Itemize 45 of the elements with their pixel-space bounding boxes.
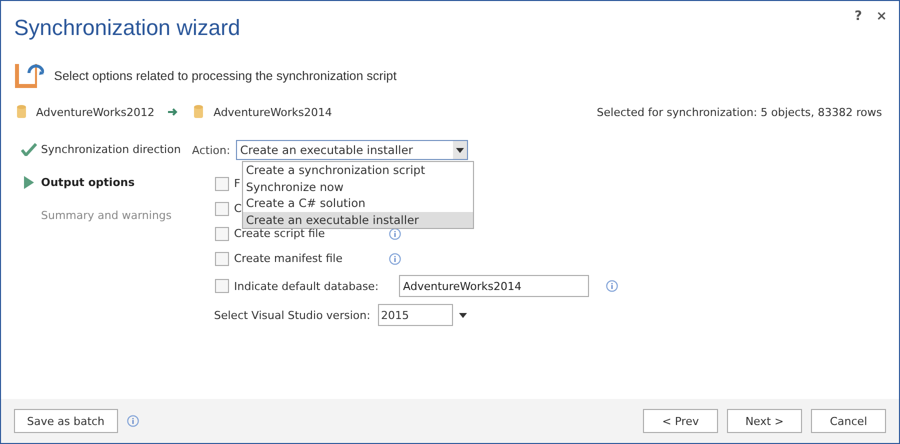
document-sync-icon — [14, 61, 44, 91]
checkbox-label: Indicate default database: — [234, 280, 380, 292]
subtitle: Select options related to processing the synchronization script — [54, 69, 397, 83]
checkbox-label: Create script file — [234, 227, 325, 240]
database-icon — [194, 105, 204, 119]
help-button[interactable]: ? — [850, 9, 866, 24]
checkbox-label: C — [234, 202, 242, 215]
version-field[interactable]: 2015 — [378, 304, 453, 326]
target-database: AdventureWorks2014 — [213, 106, 332, 118]
info-icon — [389, 252, 401, 264]
database-icon — [17, 105, 26, 119]
wizard-step[interactable]: Synchronization direction — [41, 143, 181, 156]
info-icon — [606, 280, 618, 292]
checkbox[interactable] — [215, 252, 229, 266]
dropdown-option[interactable]: Create a C# solution — [243, 195, 473, 212]
wizard-step[interactable]: Output options — [41, 176, 135, 189]
caret-icon[interactable] — [459, 312, 467, 318]
window-title: Synchronization wizard — [14, 15, 240, 42]
dropdown-option[interactable]: Synchronize now — [243, 178, 473, 195]
database-field[interactable]: AdventureWorks2014 — [399, 275, 589, 297]
checkbox[interactable] — [215, 176, 229, 190]
info-icon — [389, 228, 401, 240]
selection-summary: Selected for synchronization: 5 objects, 83382 rows — [596, 106, 882, 118]
checkbox-label: F — [234, 177, 240, 190]
arrow-icon — [168, 108, 178, 116]
next-button[interactable]: Next > — [727, 409, 802, 433]
caret-icon — [456, 148, 464, 152]
checkbox[interactable] — [215, 226, 229, 240]
checkbox[interactable] — [215, 279, 229, 293]
action-dropdown[interactable]: Create an executable installer — [236, 140, 468, 160]
dropdown-option[interactable]: Create a synchronization script — [243, 162, 473, 178]
save-as-batch-button[interactable]: Save as batch — [14, 409, 118, 433]
dropdown-option[interactable]: Create an executable installer — [243, 212, 473, 228]
source-database: AdventureWorks2012 — [36, 106, 154, 118]
checkbox[interactable] — [215, 202, 229, 216]
close-button[interactable]: × — [872, 9, 891, 24]
checkbox-label: Create manifest file — [234, 252, 342, 265]
prev-button[interactable]: < Prev — [643, 409, 718, 433]
checkmark-icon — [21, 143, 37, 156]
cancel-button[interactable]: Cancel — [811, 409, 886, 433]
action-label: Action: — [192, 144, 230, 156]
wizard-step[interactable]: Summary and warnings — [41, 209, 172, 222]
info-icon — [126, 415, 139, 427]
version-label: Select Visual Studio version: — [214, 308, 372, 322]
play-icon — [24, 176, 34, 189]
